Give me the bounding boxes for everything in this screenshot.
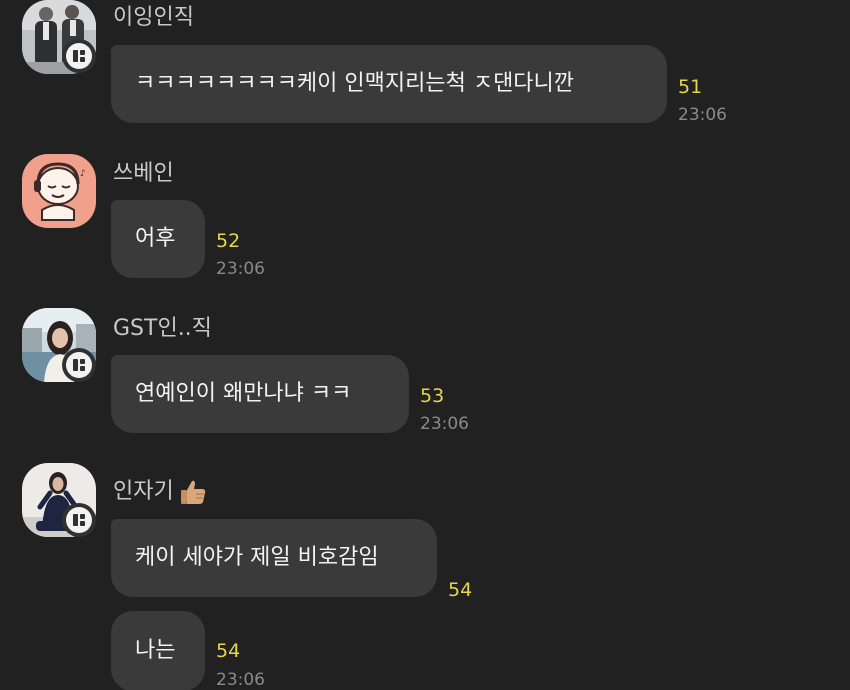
message-time: 23:06 — [216, 259, 265, 279]
unread-count: 52 — [216, 230, 241, 252]
message-time: 23:06 — [216, 670, 265, 690]
sender-name: 쓰베인 — [113, 161, 174, 186]
message-bubble[interactable]: 연예인이 왜만나냐 ㅋㅋ — [111, 355, 409, 433]
sender-name-text: 인자기 — [113, 479, 174, 504]
svg-text:♪: ♪ — [80, 169, 86, 179]
grid-icon — [73, 514, 85, 526]
sender-name: GST인..직 — [113, 316, 212, 341]
cartoon-face-headphones-avatar: ♪ — [22, 154, 96, 228]
message-time: 23:06 — [678, 105, 727, 125]
thumbs-up-icon — [180, 480, 205, 504]
grid-icon — [73, 50, 85, 62]
message-bubble[interactable]: 케이 세야가 제일 비호감임 — [111, 519, 437, 597]
profile-badge — [62, 348, 96, 382]
sender-name: 인자기 — [113, 477, 208, 507]
sender-name: 이잉인직 — [113, 5, 194, 30]
message-time: 23:06 — [420, 414, 469, 434]
message-bubble[interactable]: 어후 — [111, 200, 205, 278]
grid-icon — [73, 359, 85, 371]
profile-badge — [62, 39, 96, 73]
profile-avatar[interactable]: ♪ — [22, 154, 96, 228]
unread-count: 54 — [448, 579, 473, 601]
chat-room: 이잉인직 ㅋㅋㅋㅋㅋㅋㅋㅋ케이 인맥지리는척 ㅈ댄다니깐 51 23:06 ♪ … — [0, 0, 850, 690]
message-bubble[interactable]: 나는 — [111, 611, 205, 690]
message-bubble[interactable]: ㅋㅋㅋㅋㅋㅋㅋㅋ케이 인맥지리는척 ㅈ댄다니깐 — [111, 45, 667, 123]
unread-count: 51 — [678, 76, 703, 98]
unread-count: 53 — [420, 385, 445, 407]
profile-badge — [62, 503, 96, 537]
unread-count: 54 — [216, 640, 241, 662]
